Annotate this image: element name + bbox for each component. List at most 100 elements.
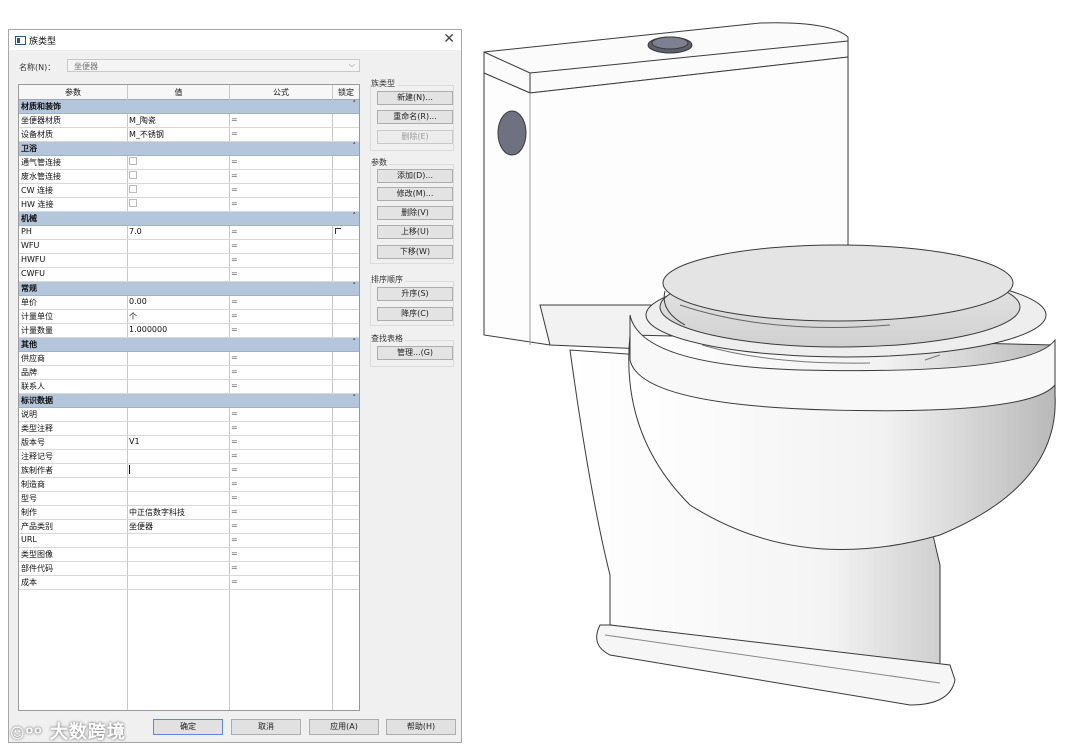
parameter-row[interactable]: 族制作者 = [19,464,359,478]
parameter-row[interactable]: 废水管连接 = [19,170,359,184]
parameter-value[interactable]: 个 [129,311,137,322]
parameter-formula[interactable]: = [231,479,238,488]
group-header-row[interactable]: 标识数据 ˄ [19,394,359,408]
checkbox-icon[interactable] [129,185,137,195]
parameter-row[interactable]: HWFU = [19,254,359,268]
parameter-row[interactable]: 联系人 = [19,380,359,394]
parameter-formula[interactable]: = [231,381,238,390]
parameter-formula[interactable]: = [231,353,238,362]
move-up-button[interactable]: 上移(U) [377,225,453,239]
collapse-caret-icon[interactable]: ˄ [353,142,357,150]
checkbox-icon[interactable] [129,199,137,209]
parameter-formula[interactable]: = [231,255,238,264]
parameter-formula[interactable]: = [231,367,238,376]
parameter-row[interactable]: URL = [19,534,359,548]
parameter-row[interactable]: WFU = [19,240,359,254]
sort-desc-button[interactable]: 降序(C) [377,307,453,321]
delete-type-button[interactable]: 删除(E) [377,130,453,144]
parameter-formula[interactable]: = [231,451,238,460]
parameter-value[interactable]: M_陶瓷 [129,115,156,126]
parameter-value[interactable]: 坐便器 [129,521,153,532]
type-name-select[interactable]: 坐便器 ⌵ [67,59,360,72]
checkbox-icon[interactable] [129,157,137,167]
parameter-value[interactable]: 中正信数字科技 [129,507,185,518]
parameter-row[interactable]: 制造商 = [19,478,359,492]
parameter-formula[interactable]: = [231,409,238,418]
cancel-button[interactable]: 取消 [231,719,301,735]
parameter-formula[interactable]: = [231,437,238,446]
parameter-formula[interactable]: = [231,185,238,194]
parameter-formula[interactable]: = [231,325,238,334]
parameter-value-input[interactable] [129,465,130,476]
parameter-formula[interactable]: = [231,535,238,544]
add-parameter-button[interactable]: 添加(D)... [377,169,453,183]
col-header-parameter[interactable]: 参数 [19,87,127,98]
checkbox-icon[interactable] [129,171,137,181]
collapse-caret-icon[interactable]: ˄ [353,100,357,108]
parameter-formula[interactable]: = [231,563,238,572]
col-header-lock[interactable]: 锁定 [333,87,359,98]
parameter-row[interactable]: 版本号 V1 = [19,436,359,450]
close-icon[interactable]: ✕ [443,31,455,47]
parameter-value[interactable]: 7.0 [129,227,142,236]
new-type-button[interactable]: 新建(N)... [377,91,453,105]
parameter-formula[interactable]: = [231,129,238,138]
parameter-row[interactable]: 成本 = [19,576,359,590]
collapse-caret-icon[interactable]: ˄ [353,394,357,402]
remove-parameter-button[interactable]: 删除(V) [377,206,453,220]
parameter-formula[interactable]: = [231,493,238,502]
modify-parameter-button[interactable]: 修改(M)... [377,187,453,201]
collapse-caret-icon[interactable]: ˄ [353,282,357,290]
sort-asc-button[interactable]: 升序(S) [377,287,453,301]
parameter-value[interactable]: V1 [129,437,140,446]
group-header-row[interactable]: 其他 ˄ [19,338,359,352]
parameter-formula[interactable]: = [231,171,238,180]
parameter-formula[interactable]: = [231,423,238,432]
parameter-row[interactable]: 坐便器材质 M_陶瓷 = [19,114,359,128]
parameter-formula[interactable]: = [231,549,238,558]
group-header-row[interactable]: 机械 ˄ [19,212,359,226]
parameter-row[interactable]: HW 连接 = [19,198,359,212]
parameter-row[interactable]: 部件代码 = [19,562,359,576]
parameter-formula[interactable]: = [231,157,238,166]
parameter-value[interactable]: M_不锈钢 [129,129,164,140]
parameter-formula[interactable]: = [231,227,238,236]
parameter-row[interactable]: 通气管连接 = [19,156,359,170]
parameter-value[interactable]: 0.00 [129,297,147,306]
parameter-row[interactable]: CW 连接 = [19,184,359,198]
parameter-row[interactable]: 供应商 = [19,352,359,366]
parameter-row[interactable]: 产品类别 坐便器 = [19,520,359,534]
parameter-row[interactable]: 类型注释 = [19,422,359,436]
parameter-row[interactable]: 计量数量 1.000000 = [19,324,359,338]
parameter-row[interactable]: 品牌 = [19,366,359,380]
parameter-formula[interactable]: = [231,269,238,278]
parameter-value[interactable]: 1.000000 [129,325,167,334]
parameter-formula[interactable]: = [231,507,238,516]
parameter-row[interactable]: 说明 = [19,408,359,422]
parameter-formula[interactable]: = [231,521,238,530]
apply-button[interactable]: 应用(A) [309,719,379,735]
col-header-formula[interactable]: 公式 [230,87,332,98]
parameter-formula[interactable]: = [231,199,238,208]
group-header-row[interactable]: 常规 ˄ [19,282,359,296]
parameter-row[interactable]: 制作 中正信数字科技 = [19,506,359,520]
group-header-row[interactable]: 卫浴 ˄ [19,142,359,156]
manage-lookup-button[interactable]: 管理...(G) [377,346,453,360]
lock-checkbox-icon[interactable] [335,227,341,236]
help-button[interactable]: 帮助(H) [386,719,456,735]
collapse-caret-icon[interactable]: ˄ [353,338,357,346]
parameter-row[interactable]: 类型图像 = [19,548,359,562]
group-header-row[interactable]: 材质和装饰 ˄ [19,100,359,114]
move-down-button[interactable]: 下移(W) [377,245,453,259]
parameter-formula[interactable]: = [231,115,238,124]
col-header-value[interactable]: 值 [128,87,229,98]
parameter-formula[interactable]: = [231,241,238,250]
parameter-formula[interactable]: = [231,311,238,320]
parameter-row[interactable]: 注释记号 = [19,450,359,464]
parameter-formula[interactable]: = [231,297,238,306]
parameter-row[interactable]: 单价 0.00 = [19,296,359,310]
parameter-formula[interactable]: = [231,465,238,474]
ok-button[interactable]: 确定 [153,719,223,735]
parameter-row[interactable]: 型号 = [19,492,359,506]
parameter-row[interactable]: 计量单位 个 = [19,310,359,324]
